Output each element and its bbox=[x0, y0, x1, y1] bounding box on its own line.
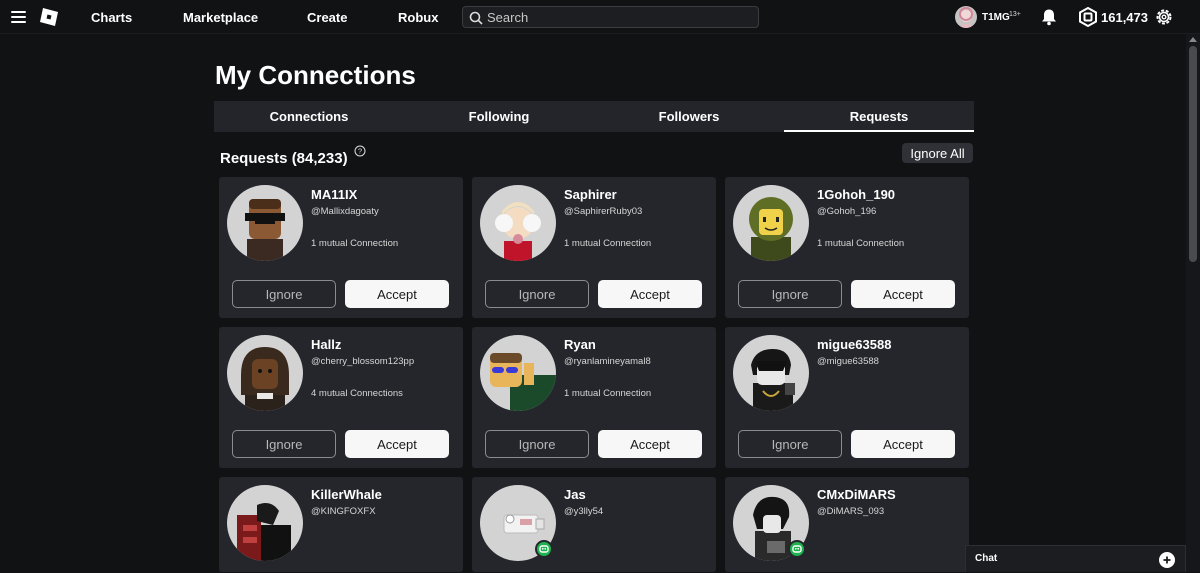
request-name[interactable]: Hallz bbox=[311, 337, 341, 352]
request-name[interactable]: CMxDiMARS bbox=[817, 487, 896, 502]
robux-icon[interactable] bbox=[1078, 7, 1098, 27]
age-badge: 13+ bbox=[1009, 11, 1021, 18]
online-status-icon bbox=[535, 540, 553, 558]
nav-create-link[interactable]: Create bbox=[307, 10, 347, 25]
chat-panel[interactable]: Chat bbox=[965, 545, 1186, 572]
search-icon bbox=[469, 11, 483, 25]
ignore-button[interactable]: Ignore bbox=[485, 430, 589, 458]
accept-button[interactable]: Accept bbox=[851, 280, 955, 308]
request-name[interactable]: migue63588 bbox=[817, 337, 891, 352]
avatar[interactable] bbox=[480, 335, 556, 411]
settings-gear-icon[interactable] bbox=[1154, 7, 1174, 27]
request-name[interactable]: KillerWhale bbox=[311, 487, 382, 502]
mutual-connections[interactable]: 1 mutual Connection bbox=[564, 238, 651, 249]
accept-button[interactable]: Accept bbox=[598, 430, 702, 458]
avatar[interactable] bbox=[227, 185, 303, 261]
new-chat-icon[interactable] bbox=[1159, 552, 1175, 568]
ignore-button[interactable]: Ignore bbox=[738, 280, 842, 308]
request-name[interactable]: Jas bbox=[564, 487, 586, 502]
connections-tabs: Connections Following Followers Requests bbox=[214, 101, 974, 132]
request-card-saphirer: Saphirer @SaphirerRuby03 1 mutual Connec… bbox=[472, 177, 716, 318]
request-card-1gohoh-190: 1Gohoh_190 @Gohoh_196 1 mutual Connectio… bbox=[725, 177, 969, 318]
request-name[interactable]: Saphirer bbox=[564, 187, 617, 202]
request-handle: @ryanlamineyamal8 bbox=[564, 356, 651, 367]
request-name[interactable]: MA11IX bbox=[311, 187, 357, 202]
robux-balance[interactable]: 161,473 bbox=[1101, 10, 1148, 25]
ignore-button[interactable]: Ignore bbox=[232, 280, 336, 308]
avatar[interactable] bbox=[733, 335, 809, 411]
request-handle: @y3lly54 bbox=[564, 506, 604, 517]
nav-robux-link[interactable]: Robux bbox=[398, 10, 438, 25]
scrollbar-thumb[interactable] bbox=[1189, 46, 1197, 262]
menu-icon[interactable] bbox=[11, 11, 26, 23]
request-handle: @migue63588 bbox=[817, 356, 879, 367]
request-card-killerwhale: KillerWhale @KINGFOXFX bbox=[219, 477, 463, 572]
request-handle: @cherry_blossom123pp bbox=[311, 356, 415, 367]
request-handle: @Mallixdagoaty bbox=[311, 206, 379, 217]
tab-requests[interactable]: Requests bbox=[784, 101, 974, 132]
user-avatar[interactable] bbox=[955, 6, 977, 28]
request-card-jas: Jas @y3lly54 bbox=[472, 477, 716, 572]
page-title: My Connections bbox=[215, 60, 416, 90]
notification-bell-icon[interactable] bbox=[1040, 8, 1058, 26]
chat-label[interactable]: Chat bbox=[975, 553, 997, 564]
avatar[interactable] bbox=[227, 485, 303, 561]
request-handle: @KINGFOXFX bbox=[311, 506, 376, 517]
request-handle: @Gohoh_196 bbox=[817, 206, 877, 217]
tab-followers[interactable]: Followers bbox=[594, 101, 784, 132]
avatar[interactable] bbox=[480, 185, 556, 261]
nav-charts-link[interactable]: Charts bbox=[91, 10, 132, 25]
request-name[interactable]: 1Gohoh_190 bbox=[817, 187, 895, 202]
help-icon[interactable]: ? bbox=[354, 145, 366, 157]
request-card-cmxdimars: CMxDiMARS @DiMARS_093 bbox=[725, 477, 969, 572]
tab-following[interactable]: Following bbox=[404, 101, 594, 132]
request-handle: @SaphirerRuby03 bbox=[564, 206, 643, 217]
ignore-button[interactable]: Ignore bbox=[738, 430, 842, 458]
request-handle: @DiMARS_093 bbox=[817, 506, 885, 517]
requests-count-heading: Requests (84,233) bbox=[220, 150, 348, 167]
search-bar bbox=[462, 6, 759, 28]
accept-button[interactable]: Accept bbox=[345, 430, 449, 458]
request-name[interactable]: Ryan bbox=[564, 337, 596, 352]
request-card-ryan: Ryan @ryanlamineyamal8 1 mutual Connecti… bbox=[472, 327, 716, 468]
avatar[interactable] bbox=[227, 335, 303, 411]
scroll-up-arrow-icon[interactable] bbox=[1189, 37, 1197, 42]
accept-button[interactable]: Accept bbox=[598, 280, 702, 308]
accept-button[interactable]: Accept bbox=[851, 430, 955, 458]
online-status-icon bbox=[788, 540, 806, 558]
mutual-connections[interactable]: 1 mutual Connection bbox=[817, 238, 904, 249]
request-card-hallz: Hallz @cherry_blossom123pp 4 mutual Conn… bbox=[219, 327, 463, 468]
tab-connections[interactable]: Connections bbox=[214, 101, 404, 132]
ignore-button[interactable]: Ignore bbox=[232, 430, 336, 458]
search-input[interactable] bbox=[487, 9, 747, 25]
username-label[interactable]: T1MG bbox=[982, 12, 1010, 23]
roblox-logo-icon[interactable] bbox=[39, 7, 59, 27]
svg-text:?: ? bbox=[358, 147, 362, 156]
mutual-connections[interactable]: 1 mutual Connection bbox=[564, 388, 651, 399]
request-card-ma11ix: MA11IX @Mallixdagoaty 1 mutual Connectio… bbox=[219, 177, 463, 318]
nav-marketplace-link[interactable]: Marketplace bbox=[183, 10, 258, 25]
request-card-migue63588: migue63588 @migue63588 Ignore Accept bbox=[725, 327, 969, 468]
accept-button[interactable]: Accept bbox=[345, 280, 449, 308]
ignore-all-button[interactable]: Ignore All bbox=[902, 143, 973, 163]
avatar[interactable] bbox=[733, 185, 809, 261]
mutual-connections[interactable]: 1 mutual Connection bbox=[311, 238, 398, 249]
ignore-button[interactable]: Ignore bbox=[485, 280, 589, 308]
top-navigation-bar: Charts Marketplace Create Robux T1MG 13+… bbox=[0, 0, 1200, 34]
mutual-connections[interactable]: 4 mutual Connections bbox=[311, 388, 403, 399]
